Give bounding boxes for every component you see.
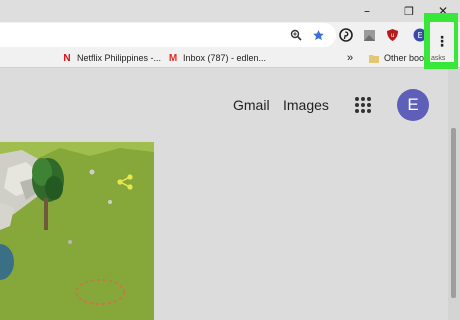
svg-text:u: u <box>390 32 394 39</box>
extension-icon[interactable] <box>361 27 377 43</box>
account-avatar[interactable]: E <box>397 89 429 121</box>
minimize-button[interactable]: – <box>356 2 378 20</box>
bookmarks-overflow-button[interactable]: » <box>347 51 353 65</box>
svg-text:E: E <box>417 31 422 40</box>
scrollbar-thumb[interactable] <box>451 128 456 298</box>
zoom-icon[interactable] <box>288 27 304 43</box>
bookmark-tasks-label: asks <box>431 55 446 62</box>
address-bar[interactable] <box>0 23 336 47</box>
gmail-link[interactable]: Gmail <box>233 97 270 113</box>
bookmark-netflix[interactable]: N Netflix Philippines -... <box>62 51 161 65</box>
title-bar: – ❐ ✕ <box>0 0 460 22</box>
minimize-icon: – <box>364 4 370 18</box>
bookmark-gmail-inbox[interactable]: M Inbox (787) - edlen... <box>168 51 266 65</box>
images-link[interactable]: Images <box>283 97 329 113</box>
bookmark-label: Other boo <box>384 53 425 63</box>
bookmark-star-icon[interactable] <box>310 27 326 43</box>
folder-icon <box>369 53 379 63</box>
ublock-icon[interactable]: u <box>384 27 400 43</box>
bookmark-other-folder[interactable]: Other boo <box>369 51 424 65</box>
bookmarks-bar: N Netflix Philippines -... M Inbox (787)… <box>0 48 460 68</box>
maximize-button[interactable]: ❐ <box>398 2 420 20</box>
doodle-image[interactable] <box>0 142 154 320</box>
bookmark-label: Inbox (787) - edlen... <box>183 53 267 63</box>
netflix-icon: N <box>63 52 71 64</box>
gmail-icon: M <box>168 52 178 64</box>
apps-grid-icon[interactable] <box>355 97 371 113</box>
toolbar: u E <box>0 22 460 48</box>
chevron-double-right-icon: » <box>347 52 354 64</box>
kebab-menu-icon: ⋮ <box>435 34 449 50</box>
pinterest-icon[interactable] <box>338 27 354 43</box>
restore-icon: ❐ <box>404 4 414 18</box>
bookmark-label: Netflix Philippines -... <box>77 53 162 63</box>
